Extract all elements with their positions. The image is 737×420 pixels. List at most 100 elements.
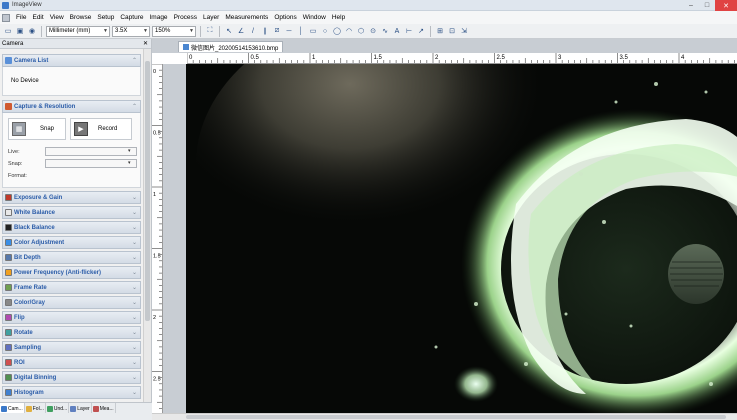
- parallel-lines-icon[interactable]: ∥: [260, 26, 270, 36]
- section-label: Flip: [14, 314, 25, 321]
- section-power-frequency-anti-flicker[interactable]: Power Frequency (Anti-flicker) ⌄: [2, 266, 141, 279]
- section-exposure-gain[interactable]: Exposure & Gain ⌄: [2, 191, 141, 204]
- hatch-icon[interactable]: ⧄: [272, 26, 282, 36]
- ruler-label: 1: [312, 55, 316, 61]
- image-horizontal-scrollbar[interactable]: [152, 413, 737, 420]
- minimize-icon[interactable]: –: [683, 0, 699, 11]
- arc-icon[interactable]: ◠: [344, 26, 354, 36]
- section-camera-list[interactable]: Camera List ⌃: [2, 54, 141, 67]
- section-capture-resolution[interactable]: Capture & Resolution ⌃: [2, 100, 141, 113]
- menu-window[interactable]: Window: [300, 11, 329, 24]
- measurement-icon: [92, 405, 99, 412]
- rectangle-icon[interactable]: ▭: [308, 26, 318, 36]
- menu-capture[interactable]: Capture: [117, 11, 146, 24]
- section-black-balance[interactable]: Black Balance ⌄: [2, 221, 141, 234]
- angle-icon[interactable]: ∠: [236, 26, 246, 36]
- magnification-select[interactable]: 3.5X ▼: [112, 25, 150, 37]
- chevron-down-icon[interactable]: ⌄: [132, 209, 137, 216]
- zoom-select[interactable]: 150% ▼: [152, 25, 196, 37]
- section-white-balance[interactable]: White Balance ⌄: [2, 206, 141, 219]
- section-histogram[interactable]: Histogram ⌄: [2, 386, 141, 399]
- vertical-line-icon[interactable]: │: [296, 26, 306, 36]
- close-panel-icon[interactable]: ✕: [143, 40, 148, 47]
- record-button-label: Record: [98, 126, 118, 132]
- menu-browse[interactable]: Browse: [67, 11, 95, 24]
- chevron-down-icon[interactable]: ⌄: [132, 194, 137, 201]
- chevron-down-icon: ▾: [128, 148, 131, 154]
- text-icon[interactable]: A: [392, 26, 402, 36]
- chevron-down-icon[interactable]: ⌄: [132, 299, 137, 306]
- section-bit-depth[interactable]: Bit Depth ⌄: [2, 251, 141, 264]
- chevron-down-icon[interactable]: ⌄: [132, 239, 137, 246]
- circle-icon[interactable]: ◯: [332, 26, 342, 36]
- section-frame-rate[interactable]: Frame Rate ⌄: [2, 281, 141, 294]
- chevron-down-icon[interactable]: ⌄: [132, 269, 137, 276]
- pointer-icon[interactable]: ↖: [224, 26, 234, 36]
- menu-help[interactable]: Help: [329, 11, 348, 24]
- record-button[interactable]: ▶ Record: [70, 118, 132, 140]
- chevron-down-icon[interactable]: ⌄: [132, 314, 137, 321]
- menu-measurements[interactable]: Measurements: [222, 11, 271, 24]
- chevron-down-icon[interactable]: ⌄: [132, 359, 137, 366]
- document-tab[interactable]: 微信图片_20200514153610.bmp: [178, 41, 284, 52]
- arrow-icon[interactable]: ↗: [416, 26, 426, 36]
- export-icon[interactable]: ⇲: [459, 26, 469, 36]
- section-flip[interactable]: Flip ⌄: [2, 311, 141, 324]
- live-resolution-select[interactable]: [45, 147, 137, 156]
- snap-resolution-select[interactable]: [45, 159, 137, 168]
- line-icon[interactable]: /: [248, 26, 258, 36]
- menu-options[interactable]: Options: [271, 11, 299, 24]
- chevron-down-icon[interactable]: ⌄: [132, 224, 137, 231]
- curve-icon[interactable]: ∿: [380, 26, 390, 36]
- ellipse-icon[interactable]: ○: [320, 26, 330, 36]
- calibrate-icon[interactable]: ⊡: [447, 26, 457, 36]
- snap-button[interactable]: ▦ Snap: [8, 118, 66, 140]
- camera-panel: Camera ✕ Camera List ⌃ No Device Capture…: [0, 39, 152, 411]
- microscope-image[interactable]: [186, 64, 737, 413]
- capture-icon[interactable]: ◉: [27, 26, 37, 36]
- section-rotate[interactable]: Rotate ⌄: [2, 326, 141, 339]
- unit-select[interactable]: Millimeter (mm) ▼: [46, 25, 110, 37]
- fit-window-icon[interactable]: ⛶: [205, 26, 215, 36]
- maximize-icon[interactable]: □: [699, 0, 715, 11]
- close-icon[interactable]: ✕: [715, 0, 737, 11]
- chevron-up-icon[interactable]: ⌃: [132, 103, 137, 110]
- section-sampling[interactable]: Sampling ⌄: [2, 341, 141, 354]
- section-label: Camera List: [14, 57, 49, 64]
- toolbar-divider: [200, 25, 201, 37]
- polygon-icon[interactable]: ⬡: [356, 26, 366, 36]
- chevron-down-icon[interactable]: ⌄: [132, 389, 137, 396]
- panel-scrollbar[interactable]: [143, 49, 151, 411]
- menu-edit[interactable]: Edit: [29, 11, 46, 24]
- menu-image[interactable]: Image: [146, 11, 170, 24]
- chevron-down-icon[interactable]: ⌄: [132, 344, 137, 351]
- chevron-down-icon: ▾: [128, 160, 131, 166]
- menu-file[interactable]: File: [13, 11, 29, 24]
- grid-icon[interactable]: ⊞: [435, 26, 445, 36]
- section-label: Rotate: [14, 329, 33, 336]
- point-icon[interactable]: ⊙: [368, 26, 378, 36]
- menu-process[interactable]: Process: [171, 11, 200, 24]
- ruler-label: 0.5: [251, 55, 260, 61]
- menu-view[interactable]: View: [47, 11, 67, 24]
- chevron-down-icon[interactable]: ⌄: [132, 284, 137, 291]
- section-color-adjustment[interactable]: Color Adjustment ⌄: [2, 236, 141, 249]
- section-digital-binning[interactable]: Digital Binning ⌄: [2, 371, 141, 384]
- section-roi[interactable]: ROI ⌄: [2, 356, 141, 369]
- unit-select-value: Millimeter (mm): [49, 27, 91, 34]
- section-label: Sampling: [14, 344, 42, 351]
- chevron-down-icon[interactable]: ⌄: [132, 254, 137, 261]
- menu-setup[interactable]: Setup: [94, 11, 117, 24]
- menu-layer[interactable]: Layer: [200, 11, 222, 24]
- chevron-down-icon[interactable]: ⌄: [132, 374, 137, 381]
- layer-icon: [70, 405, 77, 412]
- save-icon[interactable]: ▣: [15, 26, 25, 36]
- section-color-gray[interactable]: Color/Gray ⌄: [2, 296, 141, 309]
- scale-bar-icon[interactable]: ⊢: [404, 26, 414, 36]
- panel-scrollbar-thumb[interactable]: [145, 61, 150, 321]
- open-folder-icon[interactable]: ▭: [3, 26, 13, 36]
- image-scrollbar-thumb[interactable]: [186, 415, 726, 419]
- horizontal-line-icon[interactable]: ─: [284, 26, 294, 36]
- chevron-down-icon[interactable]: ⌄: [132, 329, 137, 336]
- chevron-up-icon[interactable]: ⌃: [132, 57, 137, 64]
